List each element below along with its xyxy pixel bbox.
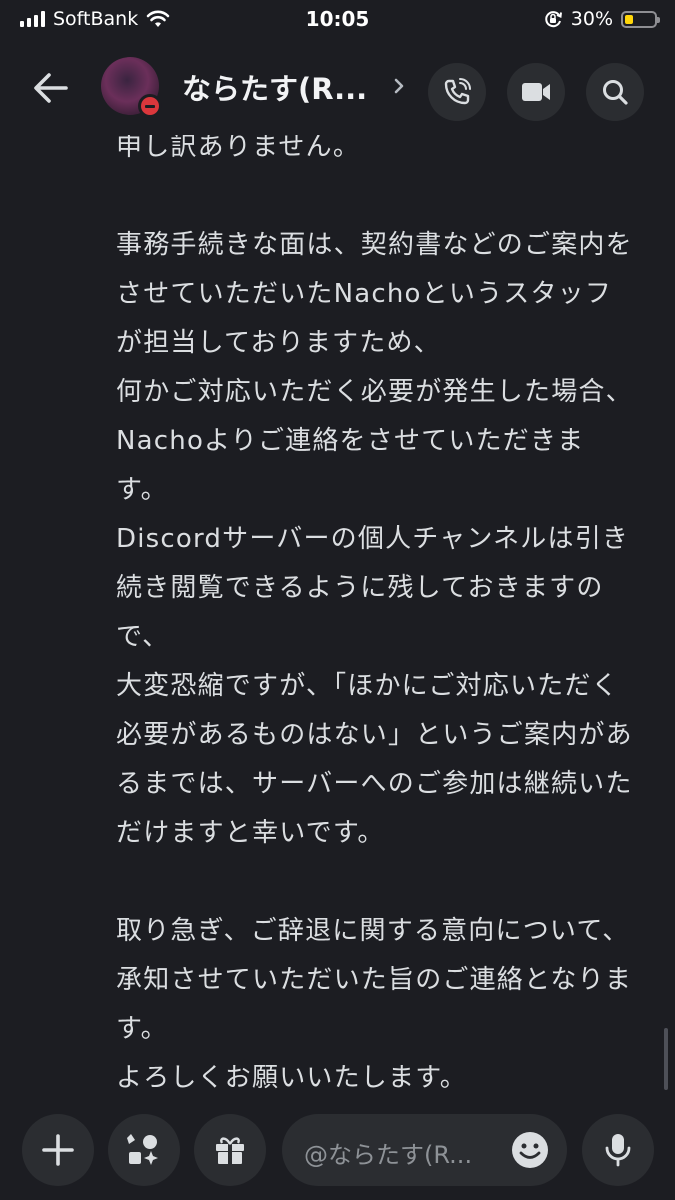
microphone-icon: [605, 1134, 631, 1167]
gift-icon: [216, 1137, 244, 1164]
battery-fill: [625, 14, 634, 24]
search-icon: [603, 80, 628, 105]
scrollbar[interactable]: [664, 1028, 668, 1090]
dnd-status-icon: [138, 94, 162, 118]
channel-title[interactable]: ならたす(R...: [182, 66, 367, 108]
video-call-button[interactable]: [507, 63, 565, 121]
voice-message-button[interactable]: [582, 1114, 654, 1186]
channel-header: ならたす(R...: [0, 40, 675, 135]
add-attachment-button[interactable]: [22, 1114, 94, 1186]
emoji-icon[interactable]: [510, 1130, 550, 1170]
battery-icon: [621, 10, 660, 28]
voice-call-button[interactable]: [428, 63, 486, 121]
plus-icon: [42, 1134, 74, 1166]
battery-percent: 30%: [570, 8, 613, 30]
gift-button[interactable]: [194, 1114, 266, 1186]
status-right: 30%: [543, 8, 660, 30]
message-input-placeholder: @ならたす(R...: [304, 1141, 473, 1169]
search-button[interactable]: [586, 63, 644, 121]
voice-call-icon: [444, 78, 471, 105]
message-text: 申し訳ありません。 事務手続きな面は、契約書などのご案内をさせていただいたNac…: [116, 135, 633, 1093]
message-input[interactable]: @ならたす(R...: [282, 1114, 567, 1186]
apps-button[interactable]: [108, 1114, 180, 1186]
back-arrow-icon[interactable]: [30, 68, 72, 108]
video-call-icon: [522, 83, 550, 101]
composer-bar: @ならたす(R...: [0, 1100, 675, 1200]
rotation-lock-icon: [545, 11, 562, 28]
apps-icon: [127, 1134, 158, 1165]
status-bar: SoftBank 10:05 30%: [0, 0, 675, 40]
chevron-right-icon[interactable]: [390, 73, 408, 99]
message-list[interactable]: 申し訳ありません。 事務手続きな面は、契約書などのご案内をさせていただいたNac…: [0, 135, 675, 1095]
